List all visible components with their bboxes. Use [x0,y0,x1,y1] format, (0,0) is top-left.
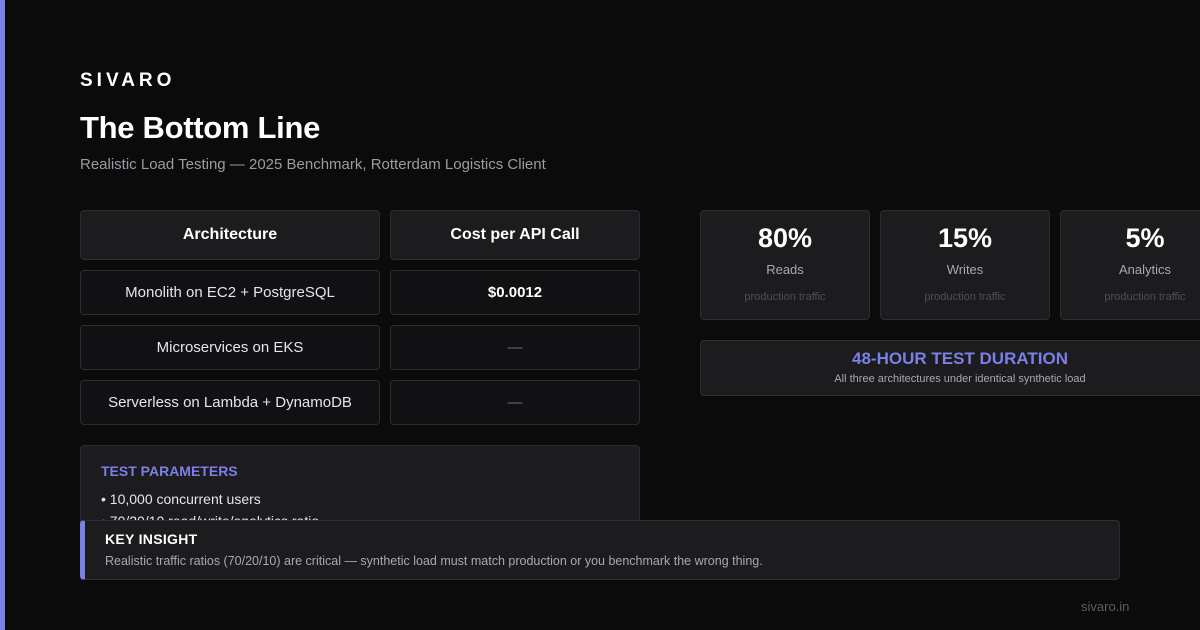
stat-label: Writes [946,262,984,277]
page-title: The Bottom Line [80,110,321,145]
left-accent-bar [0,0,5,630]
stat-value: 80% [757,223,813,253]
key-insight-title: KEY INSIGHT [105,531,198,547]
stat-label: Analytics [1118,262,1172,277]
stat-label: Reads [766,262,804,277]
test-parameters-title: TEST PARAMETERS [101,463,238,479]
table-row-serverless-cost: — [390,380,640,425]
table-row-serverless-architecture: Serverless on Lambda + DynamoDB [80,380,380,425]
stat-card-reads: 80% Reads production traffic [700,210,870,320]
table-row-monolith-cost: $0.0012 [390,270,640,315]
test-duration-card: 48-HOUR TEST DURATION All three architec… [700,340,1200,396]
stat-value: 5% [1125,223,1165,253]
table-row-microservices-architecture: Microservices on EKS [80,325,380,370]
brand-logo: SIVARO [80,70,176,91]
page-subtitle: Realistic Load Testing — 2025 Benchmark,… [80,156,546,173]
key-insight-card: KEY INSIGHT Realistic traffic ratios (70… [80,520,1120,580]
stat-card-analytics: 5% Analytics production traffic [1060,210,1200,320]
table-header-architecture: Architecture [80,210,380,260]
table-row-monolith-architecture: Monolith on EC2 + PostgreSQL [80,270,380,315]
test-duration-subtitle: All three architectures under identical … [834,373,1086,385]
stat-value: 15% [937,223,993,253]
table-row-microservices-cost: — [390,325,640,370]
stat-note: production traffic [744,291,826,303]
test-duration-title: 48-HOUR TEST DURATION [852,349,1068,368]
stat-card-writes: 15% Writes production traffic [880,210,1050,320]
stat-note: production traffic [924,291,1006,303]
table-header-cost: Cost per API Call [390,210,640,260]
parameter-item: • 10,000 concurrent users [101,491,261,507]
key-insight-text: Realistic traffic ratios (70/20/10) are … [105,554,763,568]
footer-url: sivaro.in [1081,599,1130,614]
stat-note: production traffic [1104,291,1186,303]
